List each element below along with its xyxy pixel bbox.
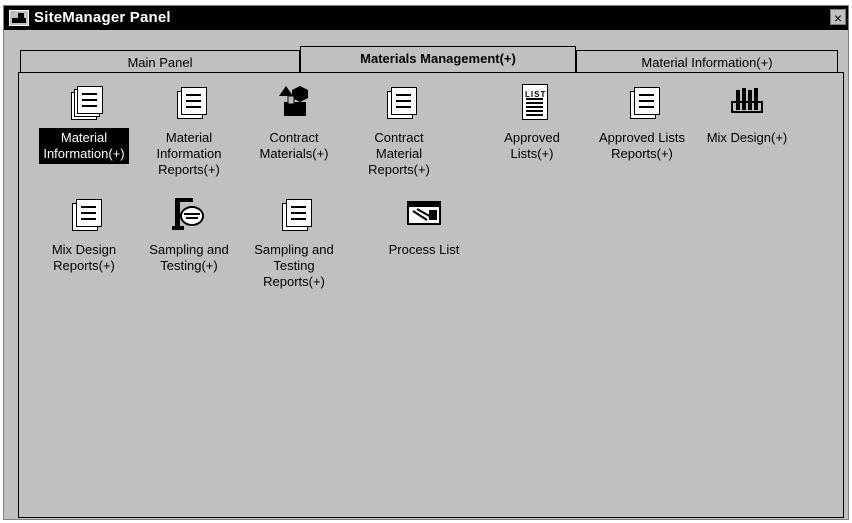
item-label: Approved Lists(+) — [504, 130, 560, 161]
item-approved-lists[interactable]: LIST Approved Lists(+) — [482, 84, 582, 164]
window-title: SiteManager Panel — [34, 9, 171, 26]
tab-material-information[interactable]: Material Information(+) — [576, 50, 838, 74]
item-sampling-and-testing-reports[interactable]: Sampling and Testing Reports(+) — [244, 196, 344, 292]
item-label: Sampling and Testing(+) — [149, 242, 229, 273]
sampling-icon — [172, 196, 206, 230]
item-label: Sampling and Testing Reports(+) — [254, 242, 334, 289]
stacked-documents-icon — [67, 84, 103, 120]
process-list-icon — [407, 196, 441, 230]
item-label: Process List — [388, 242, 460, 257]
tab-main-panel[interactable]: Main Panel — [20, 50, 300, 74]
reports-icon — [67, 196, 102, 231]
tab-materials-management[interactable]: Materials Management(+) — [300, 46, 576, 74]
item-contract-materials[interactable]: Contract Materials(+) — [244, 84, 344, 164]
item-contract-material-reports[interactable]: Contract Material Reports(+) — [349, 84, 449, 180]
item-label: Material Information Reports(+) — [156, 130, 222, 177]
item-label: Material Information(+) — [39, 128, 129, 164]
item-label: Approved Lists Reports(+) — [599, 130, 685, 161]
item-label: Mix Design(+) — [706, 130, 788, 145]
list-icon: LIST — [515, 84, 549, 120]
item-approved-lists-reports[interactable]: Approved Lists Reports(+) — [592, 84, 692, 164]
test-tubes-icon — [730, 84, 764, 118]
reports-icon — [172, 84, 207, 119]
item-label: Contract Materials(+) — [259, 130, 329, 161]
item-mix-design[interactable]: Mix Design(+) — [697, 84, 797, 148]
item-material-information-reports[interactable]: Material Information Reports(+) — [139, 84, 239, 180]
item-material-information[interactable]: Material Information(+) — [34, 84, 134, 164]
close-button[interactable]: × — [830, 9, 846, 26]
item-process-list[interactable]: Process List — [374, 196, 474, 260]
reports-icon — [277, 196, 312, 231]
materials-icon — [277, 84, 311, 118]
app-icon — [9, 10, 29, 26]
title-bar[interactable]: SiteManager Panel × — [4, 6, 848, 30]
item-label: Mix Design Reports(+) — [51, 242, 117, 273]
reports-icon — [382, 84, 417, 119]
item-label: Contract Material Reports(+) — [368, 130, 430, 177]
sitemanager-window: SiteManager Panel × Main Panel Materials… — [3, 5, 849, 520]
item-mix-design-reports[interactable]: Mix Design Reports(+) — [34, 196, 134, 276]
reports-icon — [625, 84, 660, 119]
item-sampling-and-testing[interactable]: Sampling and Testing(+) — [139, 196, 239, 276]
